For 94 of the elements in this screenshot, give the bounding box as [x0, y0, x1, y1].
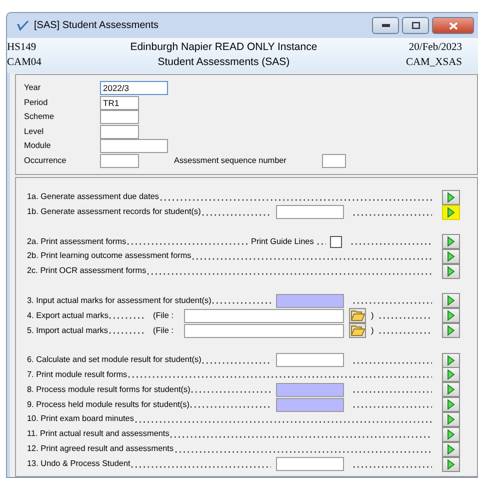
action-label: 12. Print agreed result and assessments	[27, 443, 174, 456]
text-field[interactable]: 2022/3	[100, 81, 168, 96]
play-icon	[447, 325, 455, 336]
play-icon	[447, 384, 455, 396]
run-button[interactable]	[442, 442, 460, 457]
action-label: 9. Process held module results for student(s)	[27, 398, 190, 411]
play-icon	[447, 444, 455, 455]
header-text: CAM_XSAS	[406, 56, 462, 70]
play-icon	[447, 414, 455, 426]
play-icon	[447, 266, 455, 278]
minimize-icon	[382, 24, 390, 27]
maximize-icon	[412, 22, 420, 29]
play-icon	[447, 236, 455, 248]
file-label: (File :	[153, 324, 174, 337]
run-button[interactable]	[442, 382, 460, 398]
file-path-field[interactable]	[184, 324, 344, 338]
play-icon	[447, 295, 455, 306]
action-label: 2b. Print learning outcome assessment forms	[27, 250, 192, 262]
maximize-button[interactable]	[402, 17, 429, 34]
field-label: Year	[24, 82, 42, 94]
action-label: 8. Process module result forms for student(s)	[27, 384, 190, 396]
run-button[interactable]	[442, 249, 460, 264]
field-label: Period	[24, 96, 49, 109]
folder-icon	[350, 310, 364, 322]
folder-button[interactable]	[349, 323, 366, 338]
run-button[interactable]	[442, 397, 460, 412]
text-field[interactable]: TR1	[100, 96, 139, 110]
play-icon	[447, 251, 455, 262]
window-title: [SAS] Student Assessments	[34, 19, 159, 33]
play-icon	[447, 310, 455, 322]
run-button[interactable]	[442, 190, 460, 205]
folder-button[interactable]	[349, 308, 366, 324]
file-label: (File :	[153, 310, 174, 322]
action-label: 7. Print module result forms	[27, 368, 128, 381]
option-label: Print Guide Lines	[251, 236, 314, 248]
action-label: 5. Import actual marks	[27, 324, 108, 337]
checkbox[interactable]	[330, 236, 342, 248]
play-icon	[447, 399, 455, 410]
text-field[interactable]	[276, 457, 344, 472]
field-label: Occurrence	[24, 154, 68, 167]
header-text: 20/Feb/2023	[408, 41, 462, 55]
file-path-field[interactable]	[184, 308, 344, 323]
run-button[interactable]	[442, 456, 460, 472]
action-label: 3. Input actual marks for assessment for student(s)	[27, 294, 212, 307]
action-label: 2c. Print OCR assessment forms	[27, 265, 146, 278]
action-label: 4. Export actual marks	[27, 310, 108, 322]
field-label: Assessment sequence number	[174, 154, 288, 167]
action-label: 11. Print actual result and assessments	[27, 428, 170, 440]
text-field[interactable]	[276, 398, 344, 412]
text-field[interactable]	[276, 353, 344, 368]
field-label: Level	[24, 126, 45, 138]
field-label: Module	[24, 140, 52, 152]
text-field[interactable]	[100, 110, 139, 124]
text-field[interactable]	[100, 154, 139, 168]
header-text: Edinburgh Napier READ ONLY Instance	[130, 40, 318, 55]
close-button[interactable]	[432, 17, 474, 34]
minimize-button[interactable]	[372, 17, 399, 34]
text-field[interactable]	[276, 382, 344, 397]
field-label: Scheme	[24, 111, 56, 124]
run-button[interactable]	[442, 308, 460, 324]
action-label: 1a. Generate assessment due dates	[27, 191, 159, 204]
header-text: Student Assessments (SAS)	[158, 55, 290, 70]
run-button[interactable]	[442, 234, 460, 250]
action-label: 6. Calculate and set module result for student(s)	[27, 354, 202, 366]
run-button[interactable]	[442, 204, 460, 220]
close-icon	[448, 22, 458, 30]
play-icon	[447, 429, 455, 440]
action-label: 1b. Generate assessment records for student(s)	[27, 206, 201, 218]
run-button[interactable]	[442, 323, 460, 338]
play-icon	[447, 206, 455, 218]
action-label: 10. Print exam board minutes	[27, 413, 134, 426]
run-button[interactable]	[442, 293, 460, 308]
bracket-text: )	[371, 310, 374, 322]
play-icon	[447, 192, 455, 203]
play-icon	[447, 458, 455, 470]
run-button[interactable]	[442, 352, 460, 368]
action-label: 13. Undo & Process Student	[27, 458, 130, 470]
play-icon	[447, 354, 455, 366]
run-button[interactable]	[442, 427, 460, 442]
text-field[interactable]	[100, 124, 139, 139]
header-text: HS149	[7, 41, 36, 55]
text-field[interactable]	[276, 294, 344, 308]
text-field[interactable]	[276, 205, 344, 220]
run-button[interactable]	[442, 264, 460, 280]
header-text: CAM04	[7, 56, 42, 70]
run-button[interactable]	[442, 367, 460, 382]
action-label: 2a. Print assessment forms	[27, 236, 126, 248]
bracket-text: )	[371, 324, 374, 337]
text-field[interactable]	[100, 139, 168, 154]
folder-icon	[350, 325, 364, 336]
run-button[interactable]	[442, 412, 460, 428]
app-icon	[16, 20, 30, 32]
play-icon	[447, 369, 455, 380]
text-field[interactable]	[322, 154, 346, 168]
